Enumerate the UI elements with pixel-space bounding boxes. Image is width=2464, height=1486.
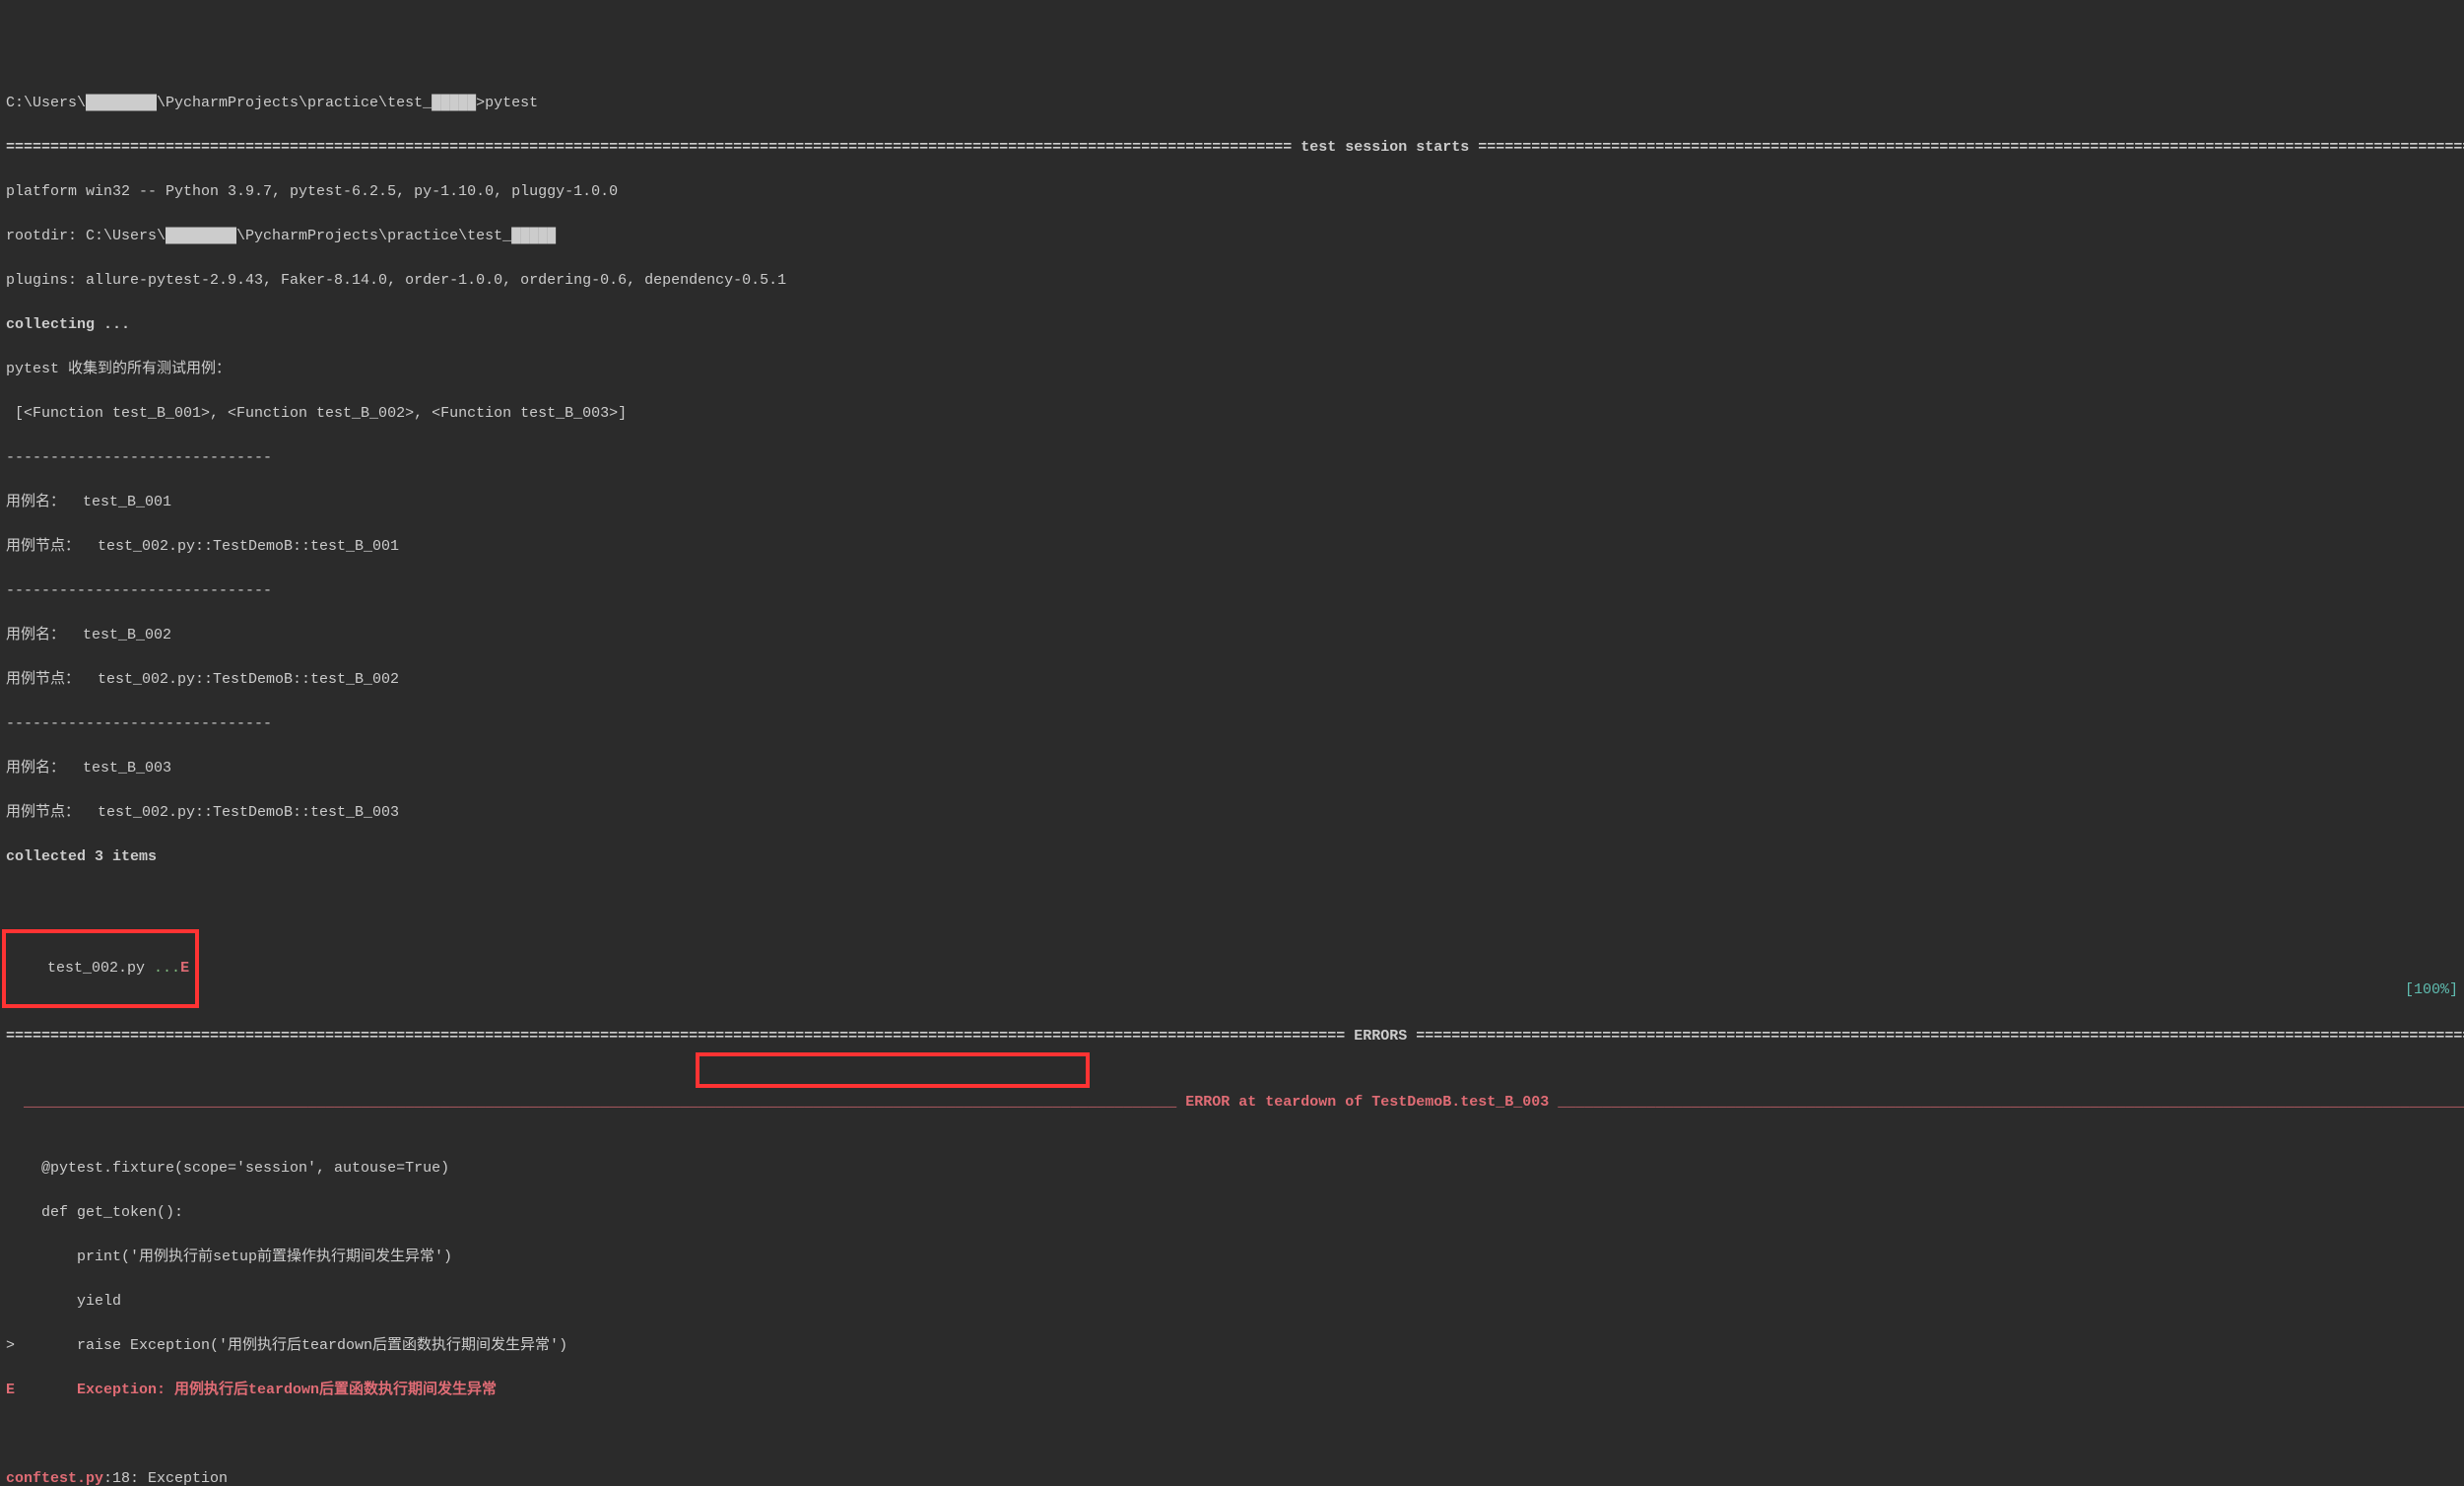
fixture-raise: > raise Exception('用例执行后teardown后置函数执行期间… (6, 1335, 2458, 1358)
prompt: C:\Users\████████\PycharmProjects\practi… (6, 93, 2458, 115)
case1-name: 用例名： test_B_001 (6, 492, 2458, 514)
dashes-2: ------------------------------ (6, 580, 2458, 603)
progress-percent: [100%] (2405, 979, 2458, 1002)
case2-node: 用例节点： test_002.py::TestDemoB::test_B_002 (6, 669, 2458, 692)
test-session-separator: ========================================… (6, 137, 2458, 160)
error-teardown-title: ERROR at teardown of TestDemoB.test_B_00… (1176, 1094, 1558, 1111)
collected-msg: pytest 收集到的所有测试用例： (6, 359, 2458, 381)
plugins-info: plugins: allure-pytest-2.9.43, Faker-8.1… (6, 270, 2458, 293)
platform-info: platform win32 -- Python 3.9.7, pytest-6… (6, 181, 2458, 204)
exception-line: E Exception: 用例执行后teardown后置函数执行期间发生异常 (6, 1380, 2458, 1402)
error-teardown-right: ________________________________________… (1558, 1094, 2464, 1111)
highlight-box-test-result: test_002.py ...E (2, 929, 199, 1008)
error-char: E (180, 960, 189, 977)
conftest-location: conftest.py:18: Exception (6, 1468, 2458, 1486)
dashes-1: ------------------------------ (6, 447, 2458, 470)
fixture-print: print('用例执行前setup前置操作执行期间发生异常') (6, 1247, 2458, 1269)
case2-name: 用例名： test_B_002 (6, 625, 2458, 647)
fixture-decorator: @pytest.fixture(scope='session', autouse… (6, 1158, 2458, 1181)
error-teardown-left: ________________________________________… (24, 1094, 1176, 1111)
collected-items: collected 3 items (6, 846, 2458, 869)
fixture-def: def get_token(): (6, 1202, 2458, 1225)
functions-list: [<Function test_B_001>, <Function test_B… (6, 403, 2458, 426)
pass-dots: ... (154, 960, 180, 977)
errors-separator: ========================================… (6, 1026, 2458, 1048)
dashes-3: ------------------------------ (6, 713, 2458, 736)
case1-node: 用例节点： test_002.py::TestDemoB::test_B_001 (6, 536, 2458, 559)
fixture-yield: yield (6, 1291, 2458, 1314)
highlight-box-error-teardown (696, 1052, 1090, 1088)
collecting-status: collecting ... (6, 314, 2458, 337)
rootdir-info: rootdir: C:\Users\████████\PycharmProjec… (6, 226, 2458, 248)
case3-node: 用例节点： test_002.py::TestDemoB::test_B_003 (6, 802, 2458, 825)
test-file: test_002.py (47, 960, 154, 977)
case3-name: 用例名： test_B_003 (6, 758, 2458, 780)
